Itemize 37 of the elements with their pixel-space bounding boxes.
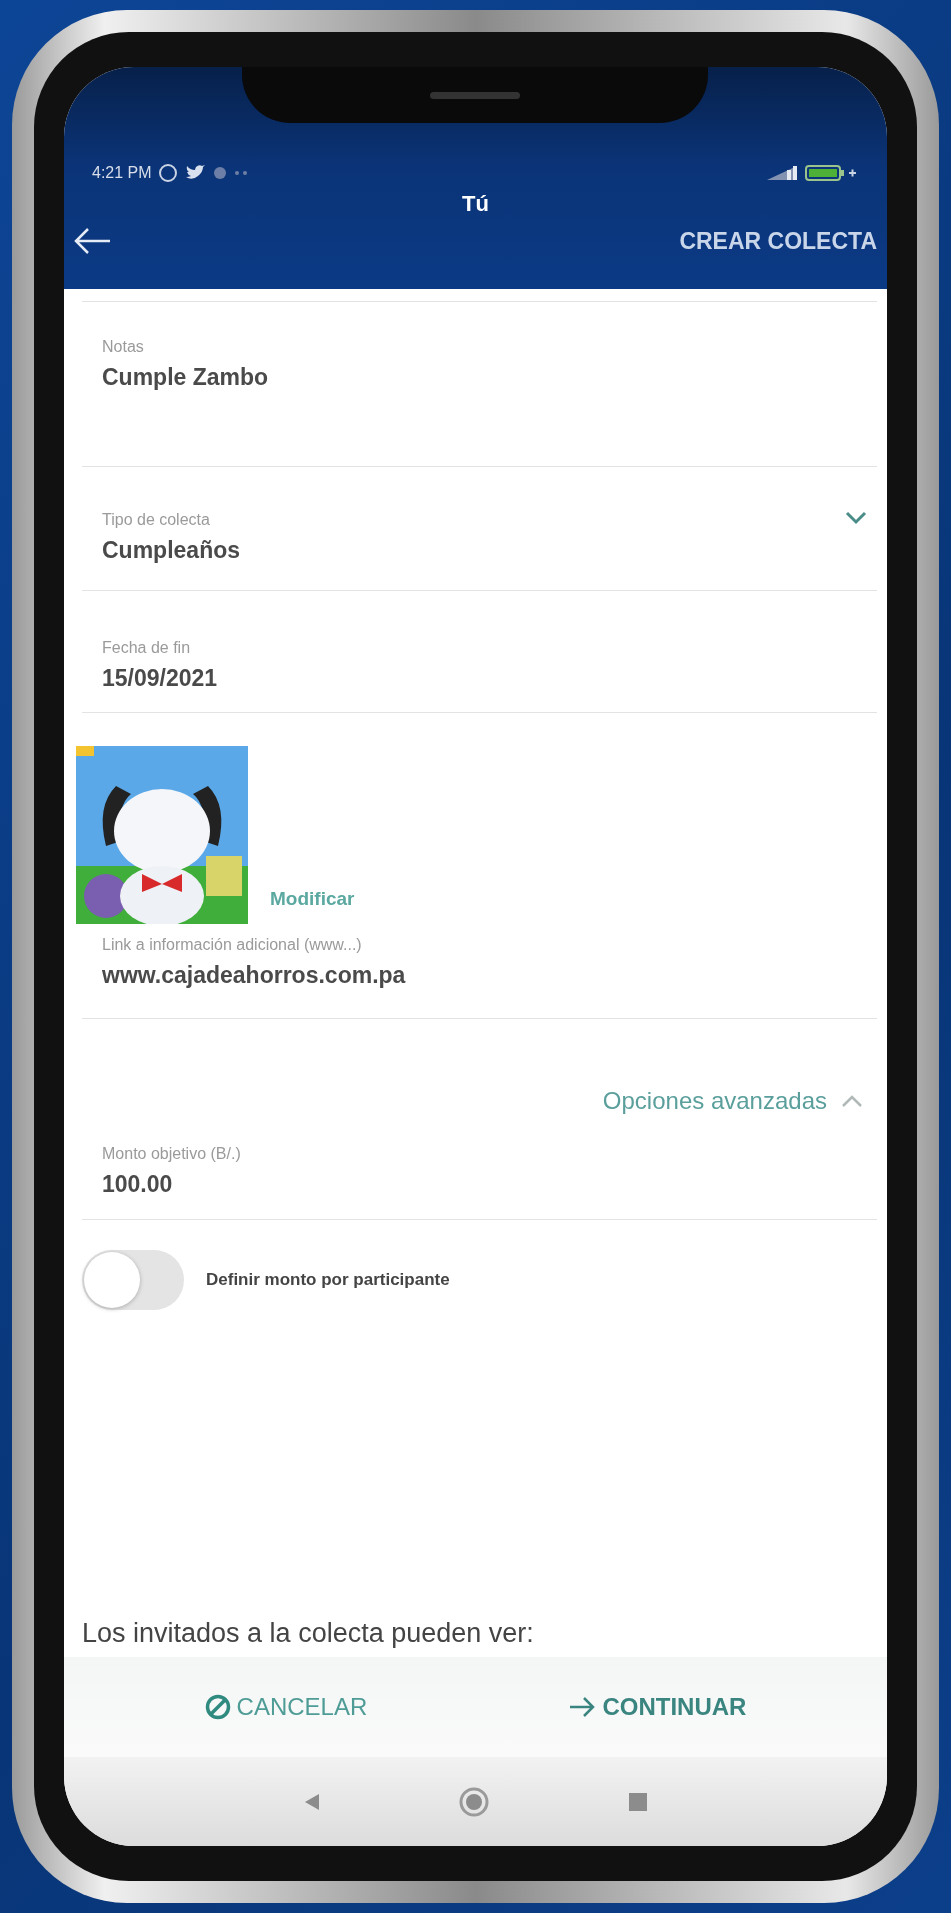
section-heading: Los invitados a la colecta pueden ver:: [82, 1618, 535, 1650]
field-label: Notas: [102, 338, 145, 356]
toggle-switch[interactable]: [82, 1250, 184, 1310]
field-label: Fecha de fin: [102, 639, 192, 657]
signal-icon: [765, 164, 799, 182]
chevron-down-icon[interactable]: [845, 511, 867, 525]
form-field[interactable]: Notas Cumple Zambo: [82, 302, 877, 467]
back-button[interactable]: [72, 226, 112, 256]
field-value: 100.00: [102, 1171, 174, 1198]
field-value: www.cajadeahorros.com.pa: [102, 962, 407, 989]
status-time: 4:21 PM: [92, 164, 152, 182]
field-value: 15/09/2021: [102, 665, 219, 692]
arrow-right-icon: [568, 1696, 597, 1718]
cancel-icon: [204, 1694, 231, 1720]
home-button[interactable]: [459, 1786, 490, 1817]
back-arrow-icon: [72, 226, 112, 256]
square-icon: [627, 1791, 648, 1812]
toggle-label: Definir monto por participante: [206, 1270, 450, 1290]
field-label: Tipo de colecta: [102, 511, 211, 529]
screen-title: Tú: [462, 191, 489, 216]
form-field[interactable]: Fecha de fin 15/09/2021: [82, 591, 877, 713]
back-triangle-icon: [303, 1791, 322, 1812]
amount-field[interactable]: Monto objetivo (B/.) 100.00: [82, 1115, 877, 1220]
field-label: Link a información adicional (www...): [102, 936, 363, 954]
create-collection-button[interactable]: CREAR COLECTA: [679, 227, 877, 255]
recents-button[interactable]: [627, 1791, 648, 1812]
field-label: Monto objetivo (B/.): [102, 1145, 242, 1163]
back-nav-button[interactable]: [303, 1791, 322, 1812]
field-value: Cumple Zambo: [102, 364, 270, 391]
battery-icon: [805, 164, 857, 182]
field-value: Cumpleaños: [102, 537, 242, 564]
home-circle-icon: [459, 1786, 490, 1817]
continue-button[interactable]: CONTINUAR: [564, 1689, 751, 1725]
form-field[interactable]: Tipo de colecta Cumpleaños: [82, 467, 877, 591]
more-icon: [233, 170, 248, 176]
link-field[interactable]: Link a información adicional (www...) www.cajadeahorros.com.pa: [82, 924, 877, 1019]
chevron-up-icon: [841, 1094, 863, 1108]
